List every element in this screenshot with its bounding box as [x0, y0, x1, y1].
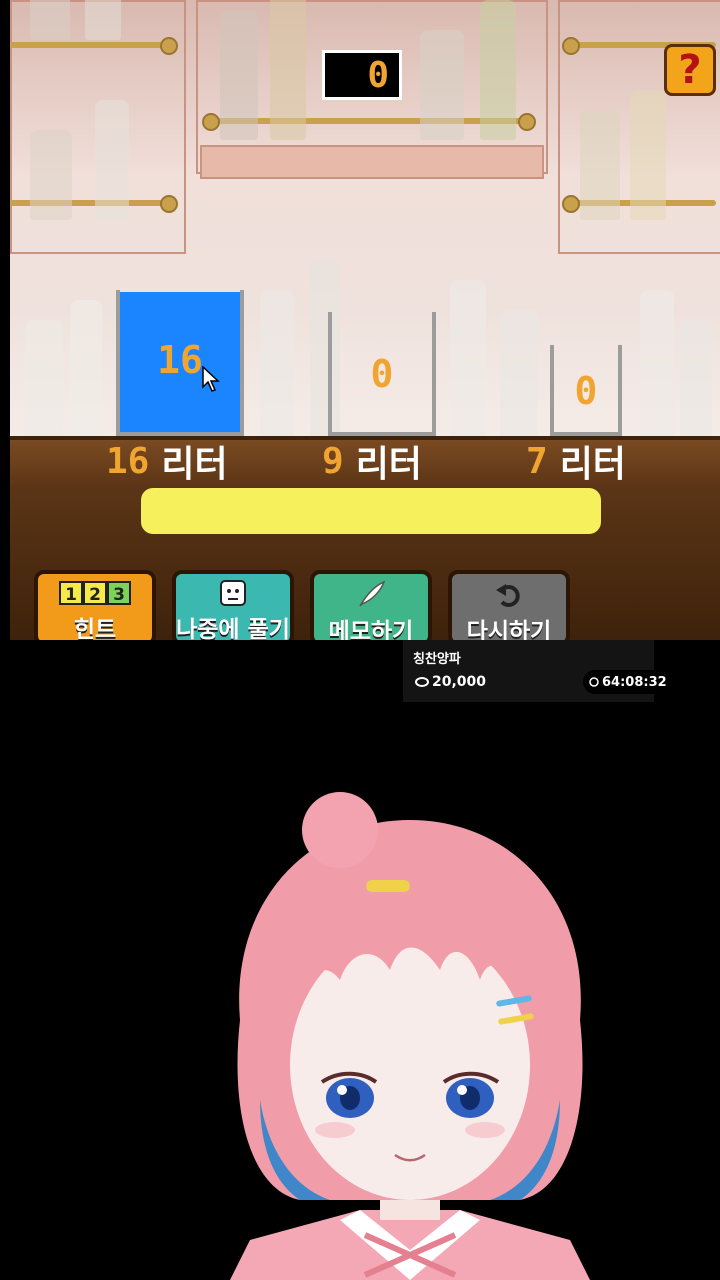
capacity-number: 16 [106, 440, 150, 482]
face-icon [219, 580, 247, 606]
capacity-unit: 리터 [161, 444, 228, 485]
timer-value: 64:08:32 [602, 674, 667, 690]
retry-label: 다시하기 [466, 619, 552, 640]
vtuber-avatar [230, 792, 590, 1280]
jug-7-liter[interactable]: 0 [550, 345, 622, 436]
help-button[interactable]: ? [664, 44, 716, 96]
capacity-number: 9 [322, 440, 344, 482]
donation-overlay: 칭찬양파 20,000 64:08:32 [403, 640, 673, 702]
hint-button[interactable]: 1 2 3 힌트 [34, 570, 156, 640]
jug-16-liter[interactable]: 16 [116, 290, 244, 436]
retry-button[interactable]: 다시하기 [448, 570, 570, 640]
memo-button[interactable]: 메모하기 [310, 570, 432, 640]
puzzle-game-screen: 0 ? 16 0 0 16 리터 9 리터 7 리터 1 2 3 힌트 나중에 … [10, 0, 720, 640]
jug-capacity-label: 9 리터 [322, 440, 422, 486]
svg-text:1: 1 [65, 585, 77, 605]
undo-icon [494, 580, 524, 608]
jug-amount: 16 [157, 338, 203, 382]
donation-amount: 20,000 [415, 674, 486, 690]
jug-capacity-label: 16 리터 [106, 440, 228, 486]
donor-name: 칭찬양파 [413, 652, 461, 667]
stream-timer: 64:08:32 [583, 670, 673, 694]
hint-label: 힌트 [73, 617, 117, 640]
amount-value: 20,000 [432, 674, 487, 690]
feather-icon [356, 580, 386, 608]
coin-icon [415, 677, 429, 687]
svg-text:2: 2 [89, 585, 101, 605]
solve-later-label: 나중에 풀기 [176, 617, 290, 640]
question-mark-icon: ? [678, 47, 702, 93]
jug-amount: 0 [370, 352, 394, 396]
memo-label: 메모하기 [328, 619, 414, 640]
capacity-number: 7 [526, 440, 548, 482]
score-value: 0 [367, 54, 389, 96]
hint-number-icon: 1 2 3 [59, 580, 131, 606]
jug-capacity-label: 7 리터 [526, 440, 626, 486]
solve-later-button[interactable]: 나중에 풀기 [172, 570, 294, 640]
capacity-unit: 리터 [355, 444, 422, 485]
jug-amount: 0 [574, 369, 598, 413]
jug-9-liter[interactable]: 0 [328, 312, 436, 436]
clock-icon [589, 677, 599, 687]
capacity-unit: 리터 [559, 444, 626, 485]
svg-text:3: 3 [113, 585, 125, 605]
mouse-cursor-icon [202, 366, 220, 392]
score-display: 0 [322, 50, 402, 100]
message-bar [141, 488, 601, 534]
